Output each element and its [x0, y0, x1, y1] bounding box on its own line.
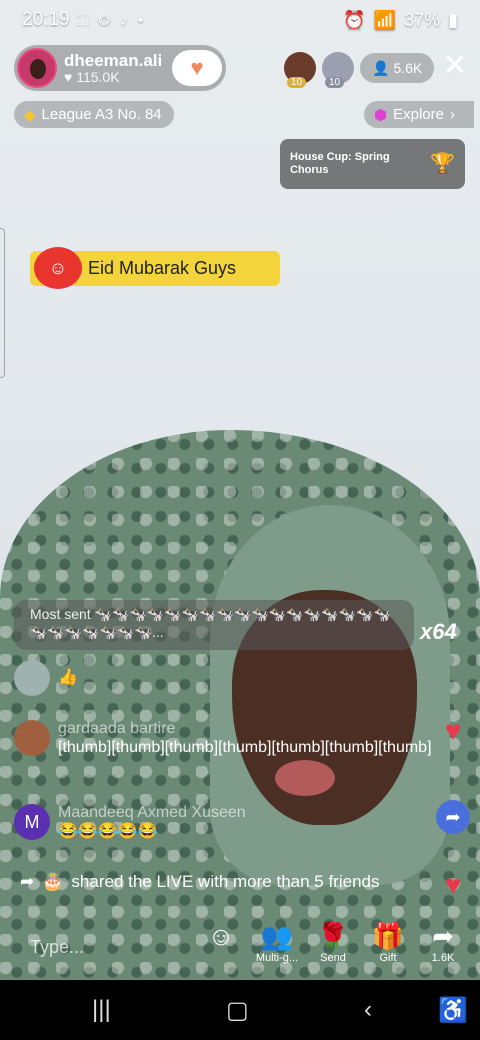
- send-rose-button[interactable]: 🌹 Send: [310, 920, 356, 964]
- chat-avatar[interactable]: [14, 660, 50, 696]
- multi-guest-icon: 👥: [260, 921, 294, 951]
- android-nav-bar: ||| ▢ ‹ ♿: [0, 980, 480, 1040]
- status-bar: 20:19 ⛶ ❂ ♪ • ⏰ 📶 37% ▮: [0, 0, 480, 40]
- most-sent-banner: Most sent 🐄🐄🐄🐄🐄🐄🐄🐄🐄🐄🐄🐄🐄🐄🐄🐄🐄🐄🐄🐄🐄🐄🐄🐄...: [14, 600, 414, 650]
- viewer-badge-2: 10: [325, 77, 345, 88]
- most-sent-label: Most sent: [30, 606, 91, 622]
- chat-avatar[interactable]: [14, 720, 50, 756]
- share-icon: ➦: [432, 921, 454, 951]
- share-arrow-icon[interactable]: ➦: [436, 800, 470, 834]
- host-likes: ♥ 115.0K: [64, 68, 162, 85]
- person-icon: 👤: [372, 59, 390, 76]
- eid-sticker: ☺ Eid Mubarak Guys: [30, 247, 280, 289]
- chat-text: 👍: [58, 669, 78, 686]
- cake-icon: 🎂: [42, 872, 64, 891]
- rose-icon: 🌹: [316, 921, 350, 951]
- host-likes-count: 115.0K: [76, 68, 120, 85]
- chat-username: Maandeeq Axmed Xuseen: [58, 804, 246, 821]
- viewer-count: 5.6K: [393, 60, 423, 76]
- league-badge[interactable]: ◆ League A3 No. 84: [14, 101, 174, 128]
- chat-body: Maandeeq Axmed Xuseen 😂😂😂😂😂: [58, 804, 246, 843]
- explore-cube-icon: ⬢: [374, 106, 388, 124]
- chat-avatar[interactable]: M: [14, 804, 50, 840]
- chat-username: gardaada bartire: [58, 720, 176, 737]
- send-label: Send: [320, 952, 346, 964]
- status-right: ⏰ 📶 37% ▮: [343, 10, 458, 31]
- back-icon[interactable]: ‹: [364, 996, 372, 1024]
- host-profile-pill[interactable]: dheeman.ali ♥ 115.0K ♥: [14, 45, 226, 91]
- host-info: dheeman.ali ♥ 115.0K: [64, 50, 163, 85]
- video-person-lips: [275, 760, 335, 796]
- viewer-avatar-2[interactable]: 10: [322, 52, 354, 88]
- battery-percent: 37%: [404, 9, 441, 30]
- diamond-icon: ◆: [24, 106, 36, 124]
- share-count: 1.6K: [431, 952, 455, 964]
- gift-icon: 🎁: [371, 921, 405, 951]
- heart-plus-icon: ♥: [190, 55, 204, 80]
- shared-text: shared the LIVE with more than 5 friends: [71, 872, 380, 891]
- alarm-icon: ⏰: [343, 9, 366, 30]
- like-heart-icon[interactable]: ♥: [436, 714, 470, 748]
- explore-button[interactable]: ⬢ Explore ›: [364, 101, 474, 128]
- close-icon[interactable]: ✕: [440, 51, 470, 82]
- house-cup-label: House Cup: Spring Chorus: [290, 150, 390, 176]
- share-icon: ➦: [20, 872, 35, 891]
- side-panel-handle[interactable]: [0, 228, 5, 378]
- chat-body: 👍: [58, 660, 78, 689]
- live-stream-screen: 20:19 ⛶ ❂ ♪ • ⏰ 📶 37% ▮ dheeman.ali ♥ 11…: [0, 0, 480, 1040]
- sticker-text: Eid Mubarak Guys: [88, 258, 237, 278]
- heart-mascot-icon: ☺: [34, 247, 82, 289]
- chevron-right-icon: ›: [449, 106, 455, 123]
- emoji-button[interactable]: ☺: [198, 920, 244, 952]
- multi-guest-label: Multi-g...: [255, 952, 299, 964]
- shared-notice: ➦ 🎂 shared the LIVE with more than 5 fri…: [20, 872, 379, 892]
- chat-text: [thumb][thumb][thumb][thumb][thumb][thum…: [58, 739, 432, 756]
- multi-guest-button[interactable]: 👥 Multi-g...: [254, 920, 300, 964]
- accessibility-icon[interactable]: ♿: [438, 996, 468, 1025]
- chat-message[interactable]: 👍: [14, 660, 434, 696]
- chat-message[interactable]: M Maandeeq Axmed Xuseen 😂😂😂😂😂: [14, 804, 434, 843]
- share-button[interactable]: ➦ 1.6K: [420, 920, 466, 964]
- comment-input[interactable]: Type...: [14, 926, 194, 968]
- host-avatar[interactable]: [17, 48, 57, 88]
- status-time: 20:19: [22, 9, 70, 30]
- top-viewers[interactable]: 10 10 👤 5.6K: [284, 52, 435, 88]
- chat-message[interactable]: gardaada bartire [thumb][thumb][thumb][t…: [14, 720, 434, 759]
- gift-label: Gift: [379, 952, 397, 964]
- host-username: dheeman.ali: [64, 50, 163, 70]
- emoji-icon: ☺: [207, 921, 235, 951]
- trophy-icon: 🏆: [430, 153, 455, 175]
- house-cup-banner[interactable]: House Cup: Spring Chorus 🏆: [280, 139, 465, 189]
- gift-multiplier: x64: [420, 619, 457, 644]
- bottom-bar: Type... ☺ 👥 Multi-g... 🌹 Send 🎁 Gift ➦ 1…: [0, 920, 480, 974]
- battery-icon: ▮: [448, 9, 458, 30]
- wifi-icon: 📶: [373, 9, 397, 30]
- viewer-avatar-1[interactable]: 10: [284, 52, 316, 88]
- gift-button[interactable]: 🎁 Gift: [365, 920, 411, 964]
- viewer-count-button[interactable]: 👤 5.6K: [360, 53, 435, 83]
- league-label: League A3 No. 84: [41, 106, 162, 123]
- heart-icon-floating: ♥: [444, 869, 462, 900]
- recent-apps-icon[interactable]: |||: [92, 996, 111, 1024]
- follow-button[interactable]: ♥: [172, 50, 222, 86]
- chat-body: gardaada bartire [thumb][thumb][thumb][t…: [58, 720, 432, 759]
- notification-icons: ⛶ ❂ ♪ •: [77, 11, 147, 29]
- home-icon[interactable]: ▢: [226, 996, 249, 1025]
- chat-text: 😂😂😂😂😂: [58, 823, 158, 840]
- viewer-badge-1: 10: [287, 77, 307, 88]
- heart-icon: ♥: [64, 68, 73, 85]
- explore-label: Explore: [393, 106, 444, 123]
